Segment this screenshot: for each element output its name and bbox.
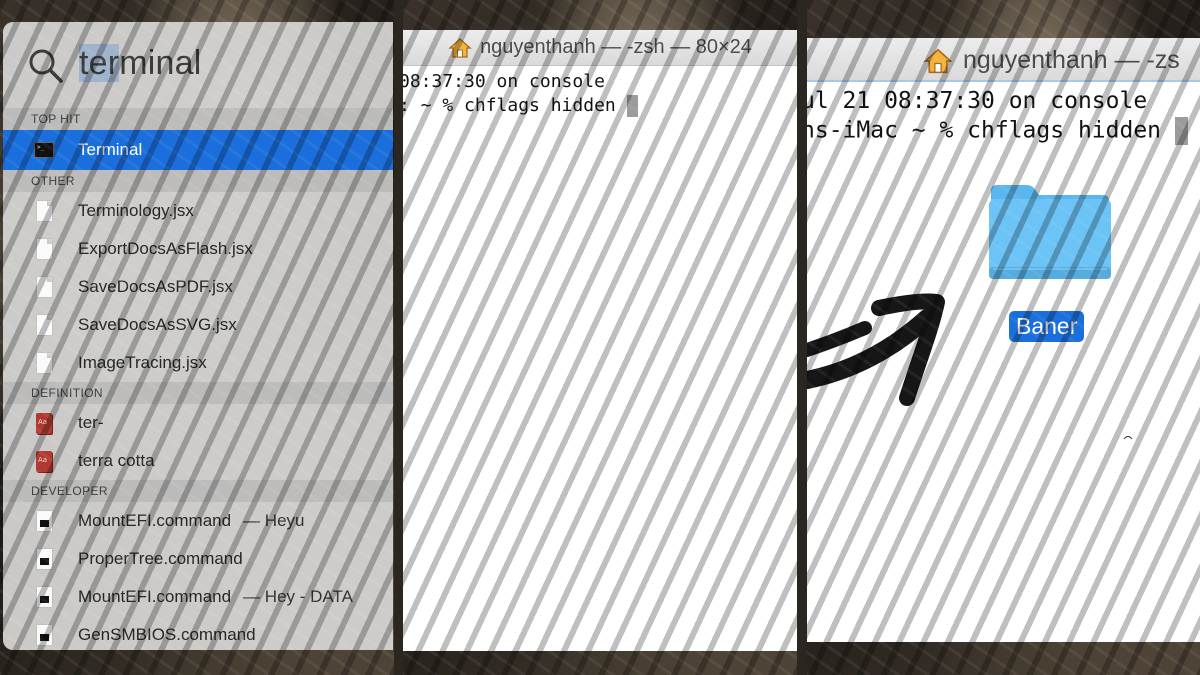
section-header-definition: DEFINITION xyxy=(3,382,393,404)
result-row[interactable]: MountEFI.command — Hey - DATA xyxy=(3,578,393,616)
result-label: SaveDocsAsPDF.jsx xyxy=(78,277,233,296)
terminal-command-text-large: ns-iMac ~ % chflags hidden xyxy=(807,117,1175,144)
result-label: ImageTracing.jsx xyxy=(78,353,207,372)
search-input[interactable]: terminal xyxy=(79,44,202,83)
query-remaining-text: minal xyxy=(119,44,202,82)
document-icon xyxy=(33,238,55,260)
spotlight-panel: terminal TOP HIT Terminal OTHER Terminology… xyxy=(0,0,394,675)
document-icon xyxy=(33,314,55,336)
result-row[interactable]: ExportDocsAsFlash.jsx xyxy=(3,230,393,268)
terminal-panel: nguyenthanh — -zsh — 80×24 08:37:30 on c… xyxy=(403,0,797,675)
result-label: SaveDocsAsSVG.jsx xyxy=(78,315,237,334)
terminal-title-large: nguyenthanh — -zs xyxy=(963,46,1180,74)
section-header-other: OTHER xyxy=(3,170,393,192)
result-row[interactable]: terra cotta xyxy=(3,442,393,480)
finder-panel: nguyenthanh — -zs ul 21 08:37:30 on cons… xyxy=(807,0,1200,675)
spotlight-window: terminal TOP HIT Terminal OTHER Terminology… xyxy=(3,22,393,650)
terminal-line-login-large: ul 21 08:37:30 on console xyxy=(807,88,1148,114)
terminal-command-text: : ~ % chflags hidden xyxy=(403,95,627,116)
result-row[interactable]: Terminology.jsx xyxy=(3,192,393,230)
result-label: ExportDocsAsFlash.jsx xyxy=(78,239,253,258)
result-label: GenSMBIOS.command xyxy=(78,625,256,644)
terminal-title: nguyenthanh — -zsh — 80×24 xyxy=(480,36,752,58)
document-icon xyxy=(33,200,55,222)
folder-name-label[interactable]: Baner xyxy=(1009,311,1085,342)
result-row[interactable]: SaveDocsAsSVG.jsx xyxy=(3,306,393,344)
text-cursor xyxy=(1174,117,1188,145)
result-row[interactable]: GenSMBIOS.command xyxy=(3,616,393,650)
result-row[interactable]: Terminal xyxy=(3,130,393,170)
terminal-window-large[interactable]: nguyenthanh — -zs ul 21 08:37:30 on cons… xyxy=(807,38,1200,642)
dictionary-icon xyxy=(33,412,55,434)
result-label: ProperTree.command xyxy=(78,549,243,568)
text-cursor xyxy=(626,95,638,117)
document-icon xyxy=(33,276,55,298)
dictionary-icon xyxy=(33,450,55,472)
folder-graphic xyxy=(989,185,1111,279)
command-file-icon xyxy=(33,586,55,608)
terminal-line-login: 08:37:30 on console xyxy=(403,71,605,92)
home-icon xyxy=(923,48,953,73)
query-selected-text: ter xyxy=(79,44,120,82)
result-label: MountEFI.command xyxy=(78,511,232,530)
mouse-pointer-icon xyxy=(1123,436,1133,440)
command-file-icon xyxy=(33,548,55,570)
result-sublabel: — Heyu xyxy=(243,511,305,530)
document-icon xyxy=(33,352,55,374)
arrow-icon xyxy=(807,293,945,406)
folder-icon[interactable] xyxy=(987,183,1113,288)
section-header-top-hit: TOP HIT xyxy=(3,108,393,130)
result-label: ter- xyxy=(78,413,104,432)
command-file-icon xyxy=(33,624,55,646)
result-row[interactable]: MountEFI.command — Heyu xyxy=(3,502,393,540)
result-row[interactable]: ter- xyxy=(3,404,393,442)
spotlight-search-bar[interactable]: terminal xyxy=(3,22,393,108)
terminal-window[interactable]: nguyenthanh — -zsh — 80×24 08:37:30 on c… xyxy=(403,30,797,651)
search-icon xyxy=(29,49,63,83)
terminal-line-command[interactable]: : ~ % chflags hidden xyxy=(403,95,638,117)
section-header-developer: DEVELOPER xyxy=(3,480,393,502)
result-label: terra cotta xyxy=(78,451,155,470)
result-label: MountEFI.command xyxy=(78,587,232,606)
result-label: Terminal xyxy=(78,140,143,159)
result-row[interactable]: ProperTree.command xyxy=(3,540,393,578)
spotlight-results: TOP HIT Terminal OTHER Terminology.jsx Expor… xyxy=(3,108,393,650)
home-icon xyxy=(448,37,472,58)
result-sublabel: — Hey - DATA xyxy=(243,587,353,606)
result-row[interactable]: ImageTracing.jsx xyxy=(3,344,393,382)
result-row[interactable]: SaveDocsAsPDF.jsx xyxy=(3,268,393,306)
result-label: Terminology.jsx xyxy=(78,201,194,220)
terminal-titlebar[interactable]: nguyenthanh — -zsh — 80×24 xyxy=(403,30,797,66)
terminal-line-command-large[interactable]: ns-iMac ~ % chflags hidden xyxy=(807,117,1188,145)
terminal-titlebar-large[interactable]: nguyenthanh — -zs xyxy=(807,38,1200,82)
terminal-app-icon xyxy=(33,139,55,161)
command-file-icon xyxy=(33,510,55,532)
